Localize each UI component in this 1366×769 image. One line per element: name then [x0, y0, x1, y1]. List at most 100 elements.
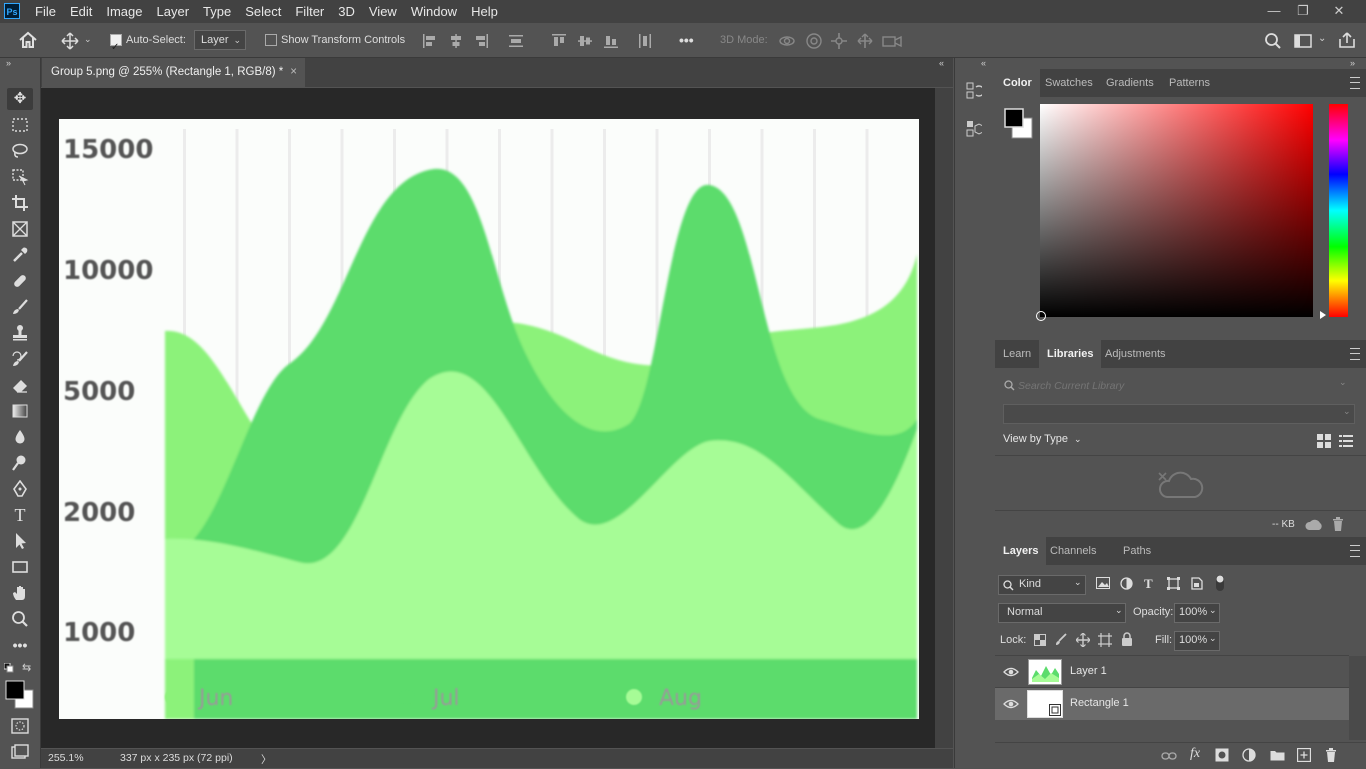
- swap-colors-icon[interactable]: ⇆: [22, 661, 31, 674]
- lasso-tool-icon[interactable]: [7, 140, 33, 162]
- more-options-icon[interactable]: •••: [679, 24, 694, 57]
- blend-mode-select[interactable]: Normal ⌄: [998, 603, 1126, 623]
- foreground-background-colors[interactable]: [5, 680, 35, 713]
- 3d-panel-icon[interactable]: [966, 120, 984, 141]
- restore-button[interactable]: ❐: [1288, 0, 1318, 23]
- filter-toggle-icon[interactable]: [1216, 575, 1224, 594]
- workspace-icon[interactable]: [1294, 33, 1312, 52]
- add-mask-icon[interactable]: [1215, 748, 1229, 762]
- menu-3d[interactable]: 3D: [331, 0, 362, 23]
- collapse-panel-icon[interactable]: »: [1350, 58, 1355, 68]
- lock-position-icon[interactable]: [1075, 632, 1091, 650]
- align-top-icon[interactable]: [551, 33, 567, 52]
- hue-slider[interactable]: [1329, 104, 1348, 317]
- type-tool-icon[interactable]: T: [7, 504, 33, 526]
- zoom-tool-icon[interactable]: [7, 608, 33, 630]
- clone-stamp-tool-icon[interactable]: [7, 322, 33, 344]
- new-layer-icon[interactable]: [1297, 748, 1311, 762]
- eraser-tool-icon[interactable]: [7, 374, 33, 396]
- layer-name[interactable]: Rectangle 1: [1070, 697, 1129, 709]
- document-tab[interactable]: Group 5.png @ 255% (Rectangle 1, RGB/8) …: [42, 58, 305, 87]
- chevron-down-icon[interactable]: ⌄: [1318, 33, 1326, 44]
- path-selection-tool-icon[interactable]: [7, 530, 33, 552]
- rectangle-tool-icon[interactable]: [7, 556, 33, 578]
- 3d-orbit-icon[interactable]: [778, 33, 796, 52]
- eye-icon[interactable]: [1003, 699, 1019, 709]
- quick-mask-icon[interactable]: [11, 718, 29, 737]
- healing-brush-tool-icon[interactable]: [7, 270, 33, 292]
- tab-gradients[interactable]: Gradients: [1098, 69, 1162, 97]
- search-input[interactable]: [1016, 376, 1330, 395]
- lock-transparent-pixels-icon[interactable]: [1034, 634, 1046, 649]
- blur-tool-icon[interactable]: [7, 426, 33, 448]
- 3d-roll-icon[interactable]: [805, 32, 823, 53]
- checkbox-checked-icon[interactable]: [110, 31, 122, 64]
- close-tab-icon[interactable]: ×: [290, 58, 297, 87]
- grid-view-icon[interactable]: [1317, 434, 1331, 451]
- history-brush-tool-icon[interactable]: [7, 348, 33, 370]
- frame-tool-icon[interactable]: [7, 218, 33, 240]
- pen-tool-icon[interactable]: [7, 478, 33, 500]
- document-canvas[interactable]: 15000 10000 5000 2000 1000 Jun Jul Aug: [59, 119, 919, 719]
- tab-swatches[interactable]: Swatches: [1037, 69, 1101, 97]
- zoom-level[interactable]: 255.1%: [48, 752, 84, 764]
- tab-layers[interactable]: Layers: [995, 537, 1047, 565]
- search-icon[interactable]: [1264, 32, 1282, 53]
- object-selection-tool-icon[interactable]: [7, 166, 33, 188]
- lock-image-pixels-icon[interactable]: [1055, 633, 1067, 649]
- eye-icon[interactable]: [1003, 667, 1019, 677]
- hand-tool-icon[interactable]: [7, 582, 33, 604]
- tab-color[interactable]: Color: [995, 69, 1040, 97]
- align-bottom-icon[interactable]: [603, 33, 619, 52]
- hue-slider-handle[interactable]: [1320, 311, 1326, 319]
- layers-scrollbar[interactable]: [1349, 656, 1366, 740]
- expand-panel-icon[interactable]: »: [6, 58, 11, 68]
- trash-icon[interactable]: [1332, 517, 1344, 534]
- color-picker-cursor[interactable]: [1036, 311, 1046, 321]
- tab-channels[interactable]: Channels: [1042, 537, 1104, 565]
- collapse-panel-icon[interactable]: «: [981, 58, 986, 68]
- checkbox-unchecked-icon[interactable]: [265, 34, 277, 47]
- menu-type[interactable]: Type: [196, 0, 238, 23]
- status-menu-arrow-icon[interactable]: 〉: [261, 752, 272, 767]
- layer-name[interactable]: Layer 1: [1070, 665, 1107, 677]
- menu-image[interactable]: Image: [99, 0, 149, 23]
- vertical-scrollbar[interactable]: [935, 88, 953, 748]
- crop-tool-icon[interactable]: [7, 192, 33, 214]
- gradient-tool-icon[interactable]: [7, 400, 33, 422]
- menu-layer[interactable]: Layer: [150, 0, 197, 23]
- share-icon[interactable]: [1338, 31, 1356, 52]
- opacity-field[interactable]: 100% ⌄: [1174, 603, 1220, 623]
- tab-adjustments[interactable]: Adjustments: [1097, 340, 1174, 368]
- move-tool-icon[interactable]: ✥: [7, 88, 33, 110]
- align-horizontal-center-icon[interactable]: [448, 33, 464, 52]
- panel-menu-icon[interactable]: [1350, 348, 1360, 360]
- filter-type-icon[interactable]: T: [1144, 576, 1153, 592]
- tab-patterns[interactable]: Patterns: [1161, 69, 1218, 97]
- 3d-camera-icon[interactable]: [882, 33, 902, 52]
- edit-toolbar-icon[interactable]: •••: [7, 634, 33, 656]
- fill-field[interactable]: 100% ⌄: [1174, 631, 1220, 651]
- layer-filter-kind-select[interactable]: Kind ⌄: [998, 575, 1086, 595]
- menu-filter[interactable]: Filter: [288, 0, 331, 23]
- lock-artboard-icon[interactable]: [1098, 633, 1112, 650]
- align-right-icon[interactable]: [473, 33, 489, 52]
- delete-layer-icon[interactable]: [1325, 748, 1337, 762]
- cloud-sync-icon[interactable]: [1305, 518, 1323, 535]
- distribute-vertical-icon[interactable]: [637, 33, 653, 52]
- tab-libraries[interactable]: Libraries: [1039, 340, 1102, 368]
- close-window-button[interactable]: ✕: [1324, 0, 1354, 23]
- distribute-icon[interactable]: [508, 33, 524, 52]
- new-group-icon[interactable]: [1270, 749, 1285, 761]
- filter-smart-object-icon[interactable]: [1191, 577, 1203, 593]
- menu-edit[interactable]: Edit: [63, 0, 99, 23]
- lock-all-icon[interactable]: [1121, 632, 1133, 649]
- menu-view[interactable]: View: [362, 0, 404, 23]
- color-field[interactable]: [1036, 104, 1313, 321]
- layer-row-layer-1[interactable]: Layer 1: [995, 656, 1349, 688]
- tab-learn[interactable]: Learn: [995, 340, 1039, 368]
- dodge-tool-icon[interactable]: [7, 452, 33, 474]
- eyedropper-tool-icon[interactable]: [7, 244, 33, 266]
- new-adjustment-layer-icon[interactable]: [1242, 748, 1256, 762]
- default-colors-icon[interactable]: [3, 662, 14, 676]
